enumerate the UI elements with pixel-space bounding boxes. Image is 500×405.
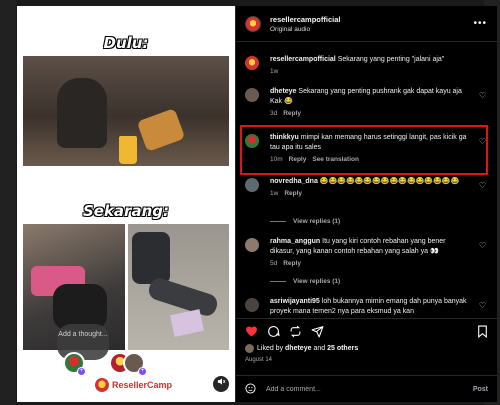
brand-logo-icon [95, 378, 109, 392]
add-thought-bubble[interactable]: Add a thought... [57, 324, 109, 360]
list-item: dheteye Sekarang yang penting pushrank g… [245, 87, 488, 117]
comment-username[interactable]: novredha_dna [270, 178, 318, 185]
comment-input[interactable] [266, 386, 456, 393]
heart-icon[interactable]: ♡ [479, 91, 486, 100]
comment-username[interactable]: resellercampofficial [270, 56, 336, 63]
comment-time: 10m [270, 156, 283, 163]
heart-icon[interactable]: ♡ [479, 181, 486, 190]
see-translation-link[interactable]: See translation [312, 156, 359, 163]
comment-username[interactable]: asriwijayanti95 [270, 298, 320, 305]
comment-username[interactable]: dheteye [270, 88, 296, 95]
comments-panel: resellercampofficial Original audio ••• … [235, 6, 497, 402]
comment-text: 😂😂😂😂😂😂😂😂😂😂😂😂😂😂😂😂 [319, 178, 460, 185]
badge-icon: + [138, 367, 147, 376]
likes-summary[interactable]: Liked by dheteye and 25 others [245, 344, 358, 353]
list-item: asriwijayanti95 loh bukannya mimin emang… [245, 297, 488, 316]
photo-past [23, 56, 229, 166]
list-item: thinkkyu mimpi kan memang harus setinggi… [245, 133, 488, 163]
reply-button[interactable]: Reply [283, 260, 301, 267]
view-replies-button[interactable]: View replies (1) [270, 278, 340, 285]
post-author[interactable]: resellercampofficial [270, 15, 340, 24]
post-button[interactable]: Post [473, 386, 488, 393]
photo-now-right [128, 224, 229, 350]
comment-time: 1w [270, 190, 279, 197]
avatar[interactable] [245, 134, 259, 148]
ellipsis-icon[interactable]: ••• [473, 18, 487, 29]
caption-sekarang: Sekarang: [82, 202, 169, 220]
liked-user[interactable]: dheteye [285, 345, 311, 352]
caption-dulu: Dulu: [103, 34, 149, 52]
comment-text: mimpi kan memang harus setinggi langit, … [270, 134, 467, 151]
avatar[interactable] [245, 88, 259, 102]
repost-icon[interactable] [289, 325, 302, 341]
list-item: resellercampofficial Sekarang yang penti… [245, 55, 488, 75]
heart-icon[interactable]: ♡ [479, 241, 486, 250]
brand-watermark: ResellerCamp [95, 378, 172, 392]
emoji-icon[interactable] [245, 382, 256, 397]
comment-time: 5d [270, 260, 278, 267]
avatar[interactable] [245, 15, 261, 32]
comment-list: resellercampofficial Sekarang yang penti… [236, 44, 497, 316]
reply-button[interactable]: Reply [289, 156, 307, 163]
post-actions: Liked by dheteye and 25 others August 14… [236, 318, 497, 402]
avatar[interactable] [245, 56, 259, 70]
post-date: August 14 [245, 357, 273, 363]
post-media[interactable]: Dulu: Sekarang: Add a thought... + + Res… [17, 6, 235, 402]
liked-others[interactable]: 25 others [327, 345, 358, 352]
heart-icon[interactable]: ♡ [479, 301, 486, 310]
comment-username[interactable]: rahma_anggun [270, 238, 320, 245]
comment-username[interactable]: thinkkyu [270, 134, 299, 141]
avatar [245, 344, 254, 353]
comment-icon[interactable] [267, 325, 280, 341]
list-item: novredha_dna 😂😂😂😂😂😂😂😂😂😂😂😂😂😂😂😂 1w Reply ♡ [245, 177, 488, 197]
post-header: resellercampofficial Original audio ••• [236, 6, 497, 42]
brand-name: ResellerCamp [112, 380, 173, 390]
badge-icon: + [77, 367, 86, 376]
view-replies-button[interactable]: View replies (1) [270, 218, 340, 225]
reply-button[interactable]: Reply [283, 110, 301, 117]
comment-text: Sekarang yang penting pushrank gak dapat… [270, 88, 462, 105]
comment-time: 3d [270, 110, 278, 117]
audio-label[interactable]: Original audio [270, 26, 340, 33]
comment-text: Sekarang yang penting "jalani aja" [337, 56, 445, 63]
speaker-muted-icon[interactable] [213, 376, 229, 392]
avatar[interactable] [245, 298, 259, 312]
avatar[interactable] [245, 238, 259, 252]
add-comment-bar: Post [236, 375, 497, 403]
share-icon[interactable] [311, 325, 324, 341]
avatar[interactable] [245, 178, 259, 192]
list-item: rahma_anggun Itu yang kiri contoh rebaha… [245, 237, 488, 267]
heart-icon[interactable]: ♡ [479, 137, 486, 146]
reply-button[interactable]: Reply [284, 190, 302, 197]
comment-time: 1w [270, 68, 279, 75]
bookmark-icon[interactable] [477, 325, 488, 341]
heart-icon[interactable] [245, 325, 258, 340]
post-modal: Dulu: Sekarang: Add a thought... + + Res… [17, 6, 497, 402]
